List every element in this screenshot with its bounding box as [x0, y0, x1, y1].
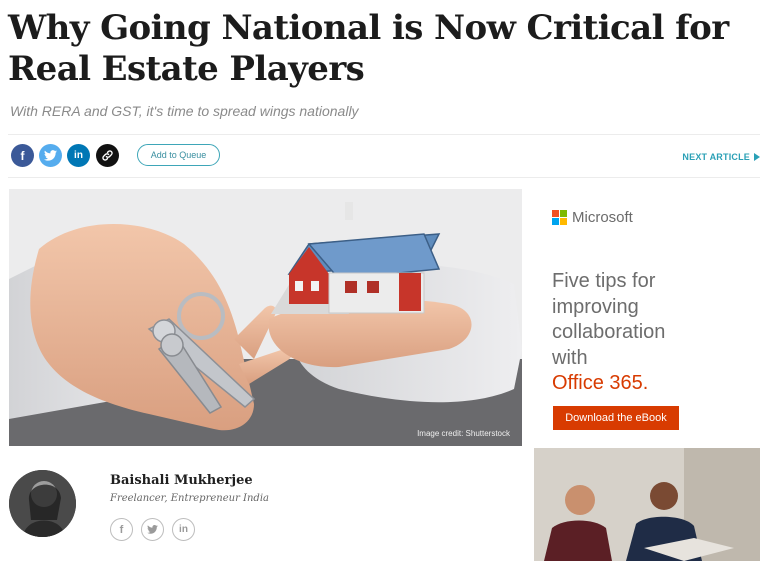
image-credit: Image credit: Shutterstock: [417, 429, 510, 438]
office-meeting-photo: [534, 448, 760, 561]
linkedin-icon[interactable]: in: [172, 518, 195, 541]
add-to-queue-button[interactable]: Add to Queue: [137, 144, 220, 166]
arrow-right-icon: [754, 153, 760, 161]
next-article-link[interactable]: NEXT ARTICLE: [682, 152, 760, 162]
hand-with-house-and-keys-illustration: [9, 189, 522, 446]
facebook-icon[interactable]: f: [11, 144, 34, 167]
article-headline: Why Going National is Now Critical for R…: [8, 8, 729, 89]
divider: [8, 177, 760, 178]
author-role: Freelancer, Entrepreneur India: [110, 493, 269, 504]
avatar[interactable]: [9, 470, 76, 537]
share-bar: f in Add to Queue NEXT ARTICLE: [8, 138, 760, 174]
download-ebook-button[interactable]: Download the eBook: [553, 406, 679, 430]
linkedin-icon[interactable]: in: [67, 144, 90, 167]
facebook-icon[interactable]: f: [110, 518, 133, 541]
article-subhead: With RERA and GST, it's time to spread w…: [10, 103, 359, 119]
microsoft-logo: Microsoft: [552, 209, 633, 226]
divider: [8, 134, 760, 135]
twitter-icon[interactable]: [141, 518, 164, 541]
author-name[interactable]: Baishali Mukherjee: [110, 473, 253, 488]
advertisement[interactable]: Microsoft Five tips for improving collab…: [534, 189, 760, 446]
microsoft-windows-icon: [552, 210, 567, 225]
hero-image: Image credit: Shutterstock: [9, 189, 522, 446]
twitter-icon[interactable]: [39, 144, 62, 167]
link-icon[interactable]: [96, 144, 119, 167]
advertisement-image[interactable]: [534, 448, 760, 561]
ad-copy: Five tips for improving collaboration wi…: [552, 270, 666, 394]
next-article-label: NEXT ARTICLE: [682, 152, 750, 162]
ad-brand: Microsoft: [572, 209, 633, 226]
